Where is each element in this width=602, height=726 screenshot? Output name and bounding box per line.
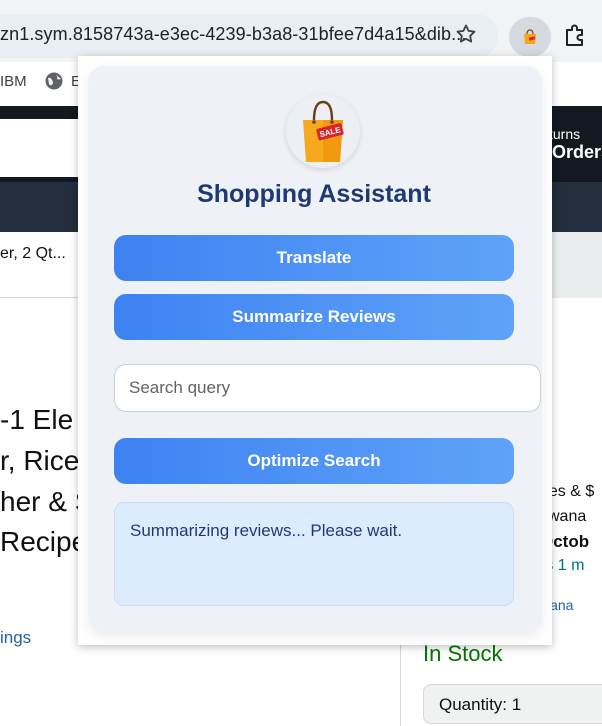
- search-query-input[interactable]: [114, 364, 541, 412]
- browser-toolbar: zn1.sym.8158743a-e3ec-4239-b3a8-31bfee7d…: [0, 0, 602, 62]
- bookmark-ibm[interactable]: IBM: [0, 73, 27, 90]
- shopping-bag-sale-icon: SALE: [303, 100, 344, 162]
- optimize-search-button[interactable]: Optimize Search: [114, 438, 514, 484]
- product-title-line: r, Rice,: [0, 445, 88, 476]
- ratings-link[interactable]: ings: [0, 628, 31, 648]
- translate-button[interactable]: Translate: [114, 235, 514, 281]
- star-outline-icon[interactable]: [454, 22, 478, 46]
- app-title: Shopping Assistant: [197, 180, 431, 208]
- shopping-assistant-extension-button[interactable]: [509, 17, 551, 57]
- globe-icon: [45, 72, 63, 90]
- summarize-reviews-button[interactable]: Summarize Reviews: [114, 294, 514, 340]
- app-logo: SALE: [286, 94, 360, 168]
- quantity-select[interactable]: Quantity: 1: [423, 684, 602, 724]
- assistant-card: SALE Shopping Assistant Translate Summar…: [88, 66, 542, 633]
- status-message: Summarizing reviews... Please wait.: [130, 521, 403, 540]
- puzzle-icon[interactable]: [562, 22, 588, 48]
- breadcrumb[interactable]: er, 2 Qt...: [0, 245, 66, 263]
- browser-window: zn1.sym.8158743a-e3ec-4239-b3a8-31bfee7d…: [0, 0, 602, 726]
- product-title-line: Recipe: [0, 526, 88, 557]
- shopping-bag-icon: [524, 29, 536, 44]
- extension-popup: SALE Shopping Assistant Translate Summar…: [78, 56, 552, 645]
- status-output-box: Summarizing reviews... Please wait.: [114, 502, 514, 606]
- quantity-value: Quantity: 1: [439, 695, 522, 714]
- orders-link[interactable]: Orders: [552, 142, 602, 163]
- returns-link[interactable]: turns: [549, 126, 580, 142]
- product-title-line: -1 Ele: [0, 404, 74, 435]
- address-bar-url[interactable]: zn1.sym.8158743a-e3ec-4239-b3a8-31bfee7d…: [0, 24, 466, 45]
